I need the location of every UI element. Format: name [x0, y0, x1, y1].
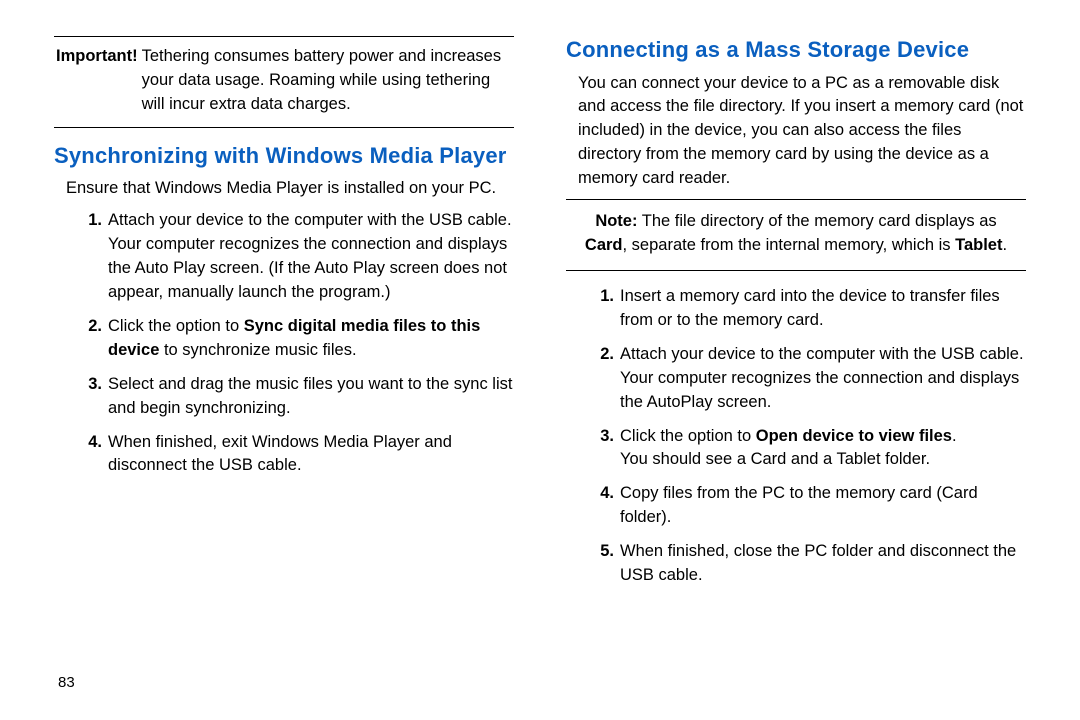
- note-label: Note:: [595, 212, 637, 230]
- step-text: When finished, close the PC folder and d…: [620, 542, 1016, 584]
- section-heading-sync: Synchronizing with Windows Media Player: [54, 142, 514, 170]
- important-text: Tethering consumes battery power and inc…: [142, 45, 514, 117]
- step-text-post: .: [952, 427, 957, 445]
- step-text-bold: Open device to view files: [756, 427, 952, 445]
- note-bold-2: Tablet: [955, 236, 1002, 254]
- step-text: Copy files from the PC to the memory car…: [620, 484, 978, 526]
- note-bold-1: Card: [585, 236, 623, 254]
- step-text: Attach your device to the computer with …: [108, 211, 512, 301]
- note-post: .: [1002, 236, 1007, 254]
- mass-storage-intro: You can connect your device to a PC as a…: [578, 72, 1026, 192]
- step-text-pre: Click the option to: [620, 427, 756, 445]
- step-text-line2: You should see a Card and a Tablet folde…: [620, 448, 1026, 472]
- step-text: When finished, exit Windows Media Player…: [108, 433, 452, 475]
- important-callout: Important! Tethering consumes battery po…: [54, 36, 514, 128]
- page-number: 83: [58, 672, 75, 694]
- list-item: When finished, exit Windows Media Player…: [86, 431, 514, 479]
- list-item: Attach your device to the computer with …: [86, 209, 514, 305]
- step-text-post: to synchronize music files.: [159, 341, 356, 359]
- right-column: Connecting as a Mass Storage Device You …: [566, 36, 1026, 700]
- list-item: Click the option to Open device to view …: [598, 425, 1026, 473]
- note-pre: The file directory of the memory card di…: [642, 212, 997, 230]
- left-column: Important! Tethering consumes battery po…: [54, 36, 514, 700]
- step-text: Attach your device to the computer with …: [620, 345, 1024, 411]
- sync-intro: Ensure that Windows Media Player is inst…: [66, 177, 514, 201]
- list-item: Attach your device to the computer with …: [598, 343, 1026, 415]
- step-text-pre: Click the option to: [108, 317, 244, 335]
- list-item: Select and drag the music files you want…: [86, 373, 514, 421]
- section-heading-mass-storage: Connecting as a Mass Storage Device: [566, 36, 1026, 64]
- step-text: Select and drag the music files you want…: [108, 375, 512, 417]
- sync-steps: Attach your device to the computer with …: [86, 209, 514, 478]
- list-item: Click the option to Sync digital media f…: [86, 315, 514, 363]
- important-label: Important!: [54, 45, 142, 69]
- note-callout: Note: The file directory of the memory c…: [566, 199, 1026, 271]
- note-mid: , separate from the internal memory, whi…: [623, 236, 956, 254]
- list-item: When finished, close the PC folder and d…: [598, 540, 1026, 588]
- list-item: Insert a memory card into the device to …: [598, 285, 1026, 333]
- page-container: Important! Tethering consumes battery po…: [54, 36, 1026, 700]
- step-text: Insert a memory card into the device to …: [620, 287, 1000, 329]
- mass-storage-steps: Insert a memory card into the device to …: [598, 285, 1026, 588]
- list-item: Copy files from the PC to the memory car…: [598, 482, 1026, 530]
